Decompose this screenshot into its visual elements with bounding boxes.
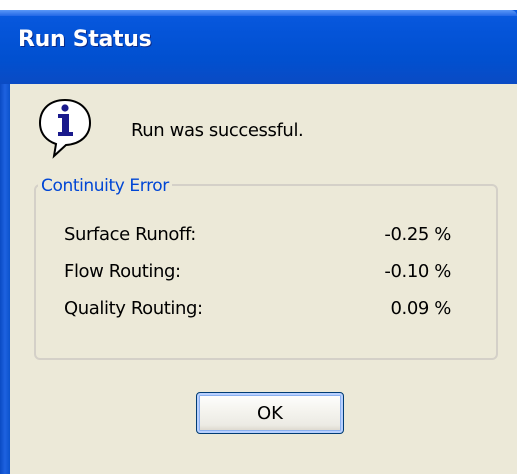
- surface-runoff-value: -0.25 %: [384, 224, 451, 245]
- quality-routing-value: 0.09 %: [390, 298, 451, 319]
- window-title: Run Status: [18, 27, 152, 52]
- status-message: Run was successful.: [131, 120, 304, 141]
- flow-routing-row: Flow Routing: -0.10 %: [10, 261, 517, 285]
- quality-routing-label: Quality Routing:: [64, 298, 203, 319]
- ok-button[interactable]: OK: [196, 392, 344, 434]
- flow-routing-label: Flow Routing:: [64, 261, 181, 282]
- title-bar-top-edge: [0, 0, 517, 10]
- title-bar[interactable]: Run Status: [0, 0, 517, 84]
- quality-routing-row: Quality Routing: 0.09 %: [10, 298, 517, 322]
- run-status-dialog: Run Status Run was successful. Continuit…: [0, 0, 517, 474]
- window-left-border: [0, 84, 10, 474]
- title-bar-highlight: [0, 10, 517, 16]
- surface-runoff-label: Surface Runoff:: [64, 224, 196, 245]
- dialog-body: Run was successful. Continuity Error Sur…: [10, 84, 517, 474]
- continuity-error-label: Continuity Error: [38, 176, 172, 196]
- flow-routing-value: -0.10 %: [384, 261, 451, 282]
- info-icon: [38, 98, 92, 159]
- surface-runoff-row: Surface Runoff: -0.25 %: [10, 224, 517, 248]
